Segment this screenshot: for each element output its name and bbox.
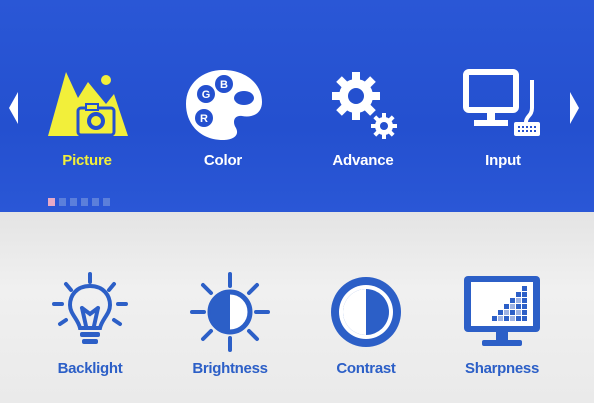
scroll-right-arrow[interactable] (570, 92, 579, 124)
tab-input-label: Input (485, 152, 521, 169)
tab-color[interactable]: G B R Color (168, 64, 278, 184)
tab-input[interactable]: Input (448, 64, 558, 184)
submenu-item-sharpness-label: Sharpness (465, 360, 539, 377)
page-dot (59, 198, 66, 206)
palette-letter-b: B (220, 79, 228, 91)
color-palette-icon: G B R (186, 70, 262, 140)
tab-color-label: Color (203, 152, 243, 169)
palette-letter-g: G (202, 89, 211, 101)
osd-menu-screen: Picture G B R Color Advance Input Backli… (0, 0, 594, 403)
submenu-item-contrast[interactable]: Contrast (306, 272, 426, 382)
submenu-item-brightness[interactable]: Brightness (170, 272, 290, 382)
picture-icon (48, 72, 128, 137)
main-menu-bar: Picture G B R Color Advance Input (0, 0, 594, 212)
submenu-item-brightness-label: Brightness (192, 360, 268, 377)
tab-advance[interactable]: Advance (308, 64, 418, 184)
submenu-item-sharpness[interactable]: Sharpness (442, 272, 562, 382)
page-dot (70, 198, 77, 206)
sun-icon (190, 272, 270, 352)
lightbulb-icon (52, 272, 128, 344)
gears-icon (332, 72, 397, 139)
submenu-item-contrast-label: Contrast (336, 360, 396, 377)
submenu-item-backlight-label: Backlight (57, 360, 123, 377)
page-dot-active (48, 198, 55, 206)
submenu-item-backlight[interactable]: Backlight (30, 272, 150, 382)
page-dot (81, 198, 88, 206)
tab-picture-label: Picture (62, 152, 112, 169)
tab-picture[interactable]: Picture (32, 64, 142, 184)
tab-advance-label: Advance (332, 152, 394, 169)
computer-input-icon (463, 69, 540, 136)
page-dot (92, 198, 99, 206)
scroll-left-arrow[interactable] (9, 92, 18, 124)
sharpness-monitor-icon (464, 276, 540, 346)
page-dot (103, 198, 110, 206)
palette-letter-r: R (200, 113, 208, 125)
page-indicator (48, 198, 110, 206)
contrast-icon (331, 277, 401, 347)
